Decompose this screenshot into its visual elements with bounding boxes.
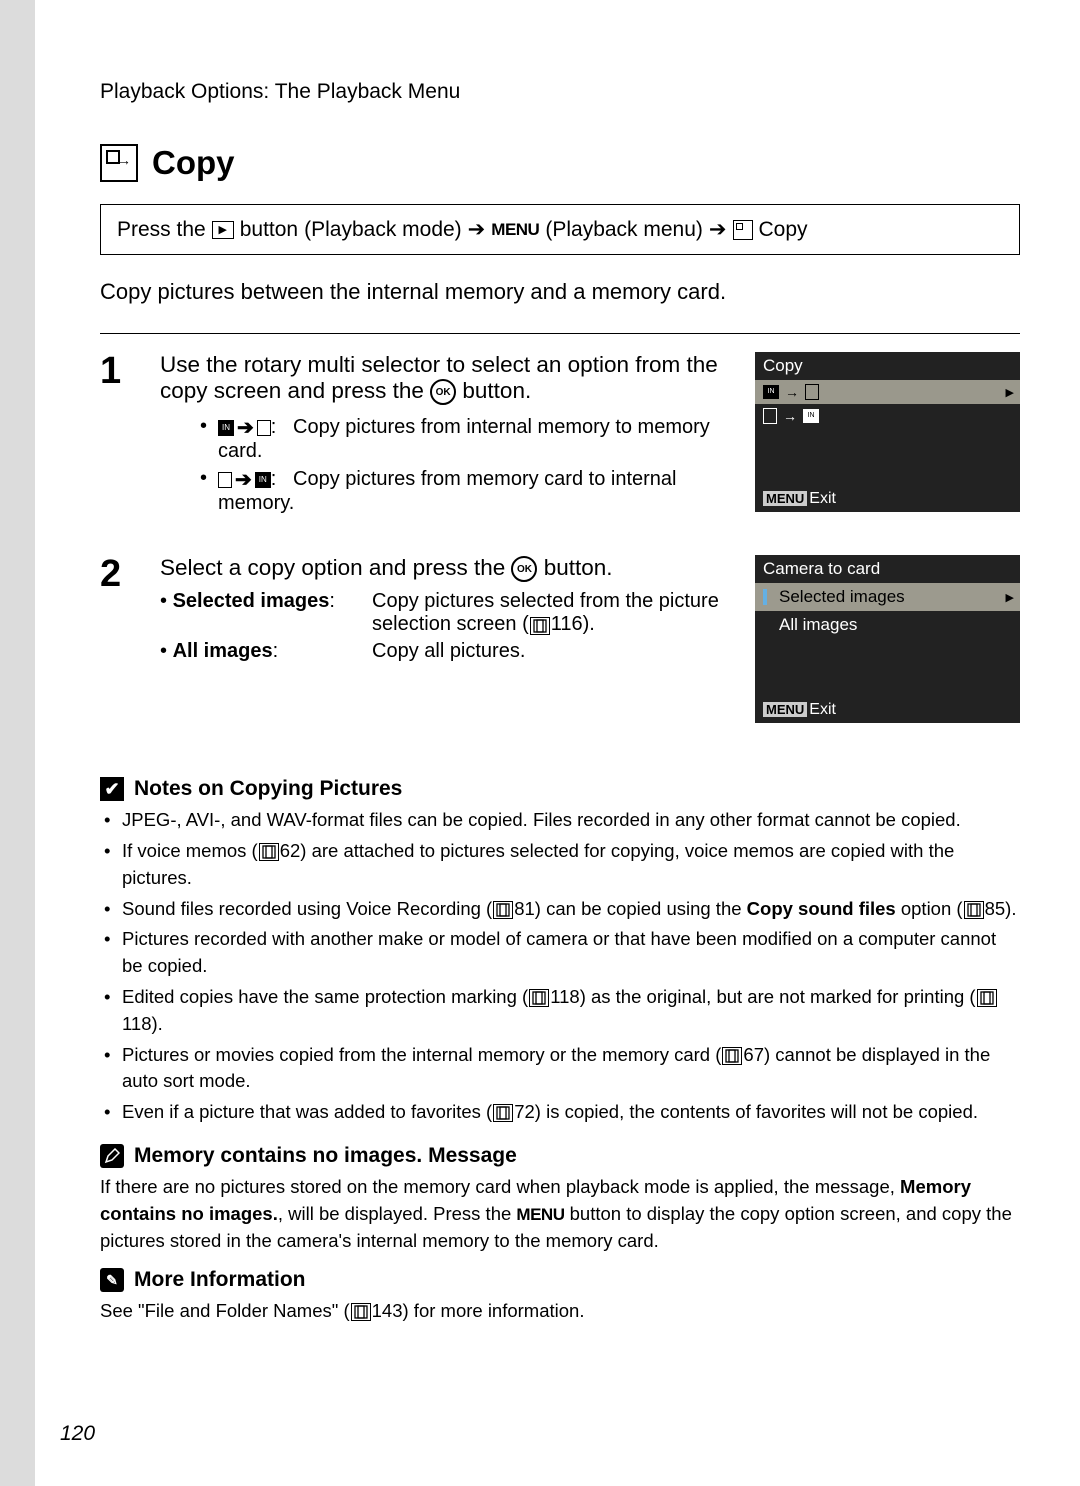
notes-heading: ✔ Notes on Copying Pictures (100, 777, 1020, 801)
bullet-internal-to-card: IN➔ : Copy pictures from internal memory… (200, 415, 725, 463)
nav-copy-label: Copy (759, 218, 808, 242)
opt-all-images-desc: Copy all pictures. (372, 640, 725, 663)
menu-button-label: MENU (491, 220, 539, 240)
section-title-text: Copy (152, 144, 235, 182)
bullet-card-to-internal: ➔IN : Copy pictures from memory card to … (200, 467, 725, 515)
lcd1-title: Copy (755, 352, 1020, 380)
intro-text: Copy pictures between the internal memor… (100, 279, 1020, 305)
page-ref-icon (530, 617, 550, 635)
divider (100, 333, 1020, 334)
memory-message-section: Memory contains no images. Message If th… (100, 1144, 1020, 1254)
step1-bullets: IN➔ : Copy pictures from internal memory… (160, 415, 725, 515)
notes-section: ✔ Notes on Copying Pictures JPEG-, AVI-,… (100, 777, 1020, 1325)
memory-msg-text: If there are no pictures stored on the m… (100, 1174, 1020, 1254)
copy-icon (733, 220, 753, 240)
bullet2-text: Copy pictures from memory card to intern… (218, 468, 676, 514)
arrow-icon: ➔ (468, 217, 486, 242)
lcd2-footer: MENUExit (755, 697, 1020, 723)
note-item: If voice memos (62) are attached to pict… (104, 838, 1020, 892)
page-ref-icon (529, 989, 549, 1007)
lcd-screenshot-1: Copy IN → ▶ → IN MENUExit (755, 352, 1020, 512)
ok-button-icon: OK (511, 556, 537, 582)
lcd1-exit: Exit (809, 490, 836, 507)
page-ref-icon (977, 989, 997, 1007)
page-ref-icon (351, 1303, 371, 1321)
memory-msg-heading: Memory contains no images. Message (134, 1144, 517, 1168)
chevron-right-icon: ▶ (1006, 386, 1014, 399)
step-number: 2 (100, 555, 130, 593)
note-item: JPEG-, AVI-, and WAV-format files can be… (104, 807, 1020, 834)
lcd-menu-label: MENU (763, 491, 807, 506)
lcd2-exit: Exit (809, 701, 836, 718)
step-1: 1 Use the rotary multi selector to selec… (100, 352, 1020, 535)
note-item: Edited copies have the same protection m… (104, 984, 1020, 1038)
lcd1-row-in-to-card: IN → ▶ (755, 380, 1020, 404)
more-info-heading: More Information (134, 1268, 306, 1292)
lcd2-title: Camera to card (755, 555, 1020, 583)
nav-press: Press the (117, 218, 206, 242)
page-ref-icon (964, 901, 984, 919)
menu-button-label: MENU (516, 1205, 564, 1224)
lcd2-row-selected-images: Selected images ▶ (755, 583, 1020, 611)
info-badge-icon: ✎ (100, 1268, 124, 1292)
note-item: Sound files recorded using Voice Recordi… (104, 896, 1020, 923)
step2-options: • Selected images: Copy pictures selecte… (160, 590, 725, 663)
step-2: 2 Select a copy option and press the OK … (100, 555, 1020, 723)
copy-icon (100, 144, 138, 182)
page-ref-icon (722, 1047, 742, 1065)
chevron-right-icon: ▶ (1006, 591, 1014, 604)
pencil-badge-icon (100, 1144, 124, 1168)
section-title: Copy (100, 144, 1020, 182)
lcd-screenshot-2: Camera to card Selected images ▶ All ima… (755, 555, 1020, 723)
opt-selected-images-label: • Selected images: (160, 590, 360, 636)
step2-title-b: button. (537, 555, 612, 580)
card-to-internal-icon: ➔IN (218, 467, 271, 492)
opt-all-images-label: • All images: (160, 640, 360, 663)
note-item: Even if a picture that was added to favo… (104, 1099, 1020, 1126)
page-ref-icon (493, 1104, 513, 1122)
page-ref-icon (493, 901, 513, 919)
step-body: Use the rotary multi selector to select … (160, 352, 725, 535)
notes-list: JPEG-, AVI-, and WAV-format files can be… (104, 807, 1020, 1126)
more-info-section: ✎ More Information See "File and Folder … (100, 1268, 1020, 1325)
lcd1-row-card-to-in: → IN (755, 404, 1020, 428)
step-number: 1 (100, 352, 130, 390)
bullet1-text: Copy pictures from internal memory to me… (218, 416, 710, 462)
notes-heading-text: Notes on Copying Pictures (134, 777, 402, 801)
nav-playback-mode-text: button (240, 218, 298, 242)
step-body: Select a copy option and press the OK bu… (160, 555, 725, 667)
checkmark-badge-icon: ✔ (100, 777, 124, 801)
internal-to-card-icon: IN➔ (218, 415, 271, 440)
playback-button-icon: ▶ (212, 221, 234, 239)
breadcrumb: Playback Options: The Playback Menu (100, 80, 1020, 104)
page-number: 120 (60, 1422, 95, 1446)
ok-button-icon: OK (430, 379, 456, 405)
step1-title-b: button. (456, 378, 531, 403)
note-item: Pictures or movies copied from the inter… (104, 1042, 1020, 1096)
arrow-icon: ➔ (709, 217, 727, 242)
step2-title-a: Select a copy option and press the (160, 555, 511, 580)
nav-playback-menu-label: (Playback menu) (545, 218, 703, 242)
nav-playback-mode-label: (Playback mode) (304, 218, 462, 242)
lcd-menu-label: MENU (763, 702, 807, 717)
more-info-text: See "File and Folder Names" (143) for mo… (100, 1298, 1020, 1325)
lcd1-footer: MENUExit (755, 486, 1020, 512)
opt-selected-images-desc: Copy pictures selected from the picture … (372, 590, 725, 636)
lcd2-row-all-images: All images (755, 611, 1020, 639)
page-ref-icon (259, 843, 279, 861)
note-item: Pictures recorded with another make or m… (104, 926, 1020, 980)
manual-page: Shooting, Playback and Setup Menus Playb… (0, 0, 1080, 1486)
navigation-path-box: Press the ▶ button (Playback mode) ➔ MEN… (100, 204, 1020, 255)
